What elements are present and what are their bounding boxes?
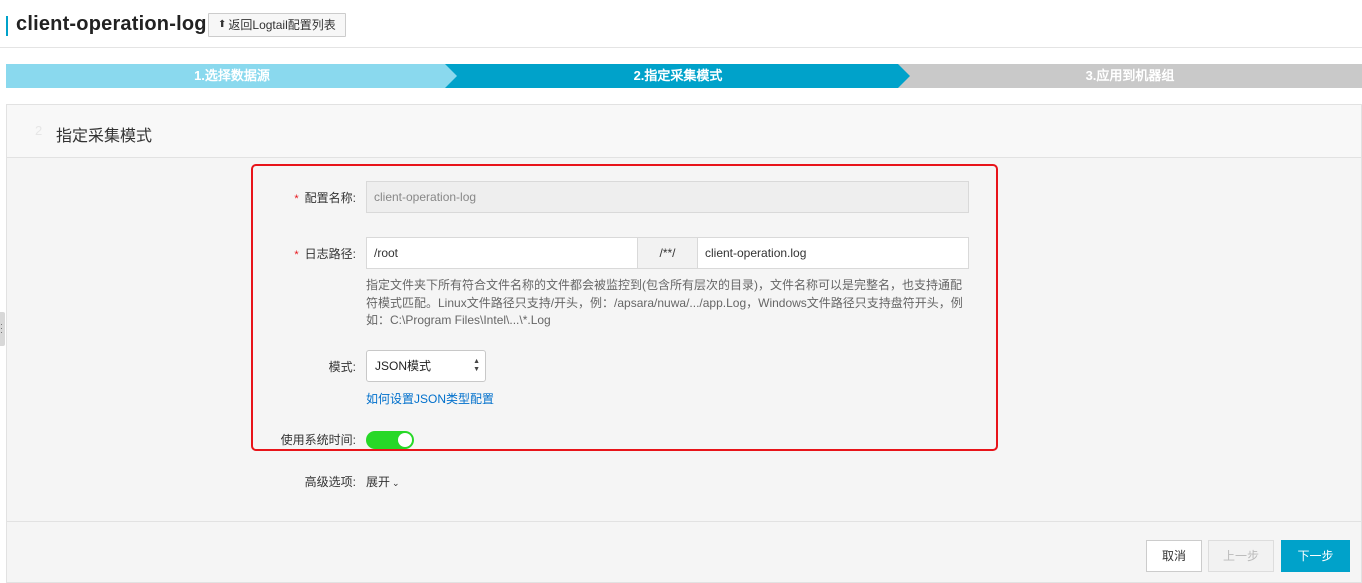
step-apply-machine-group: 3.应用到机器组: [898, 64, 1362, 88]
log-dir-input[interactable]: /root: [366, 237, 638, 269]
log-path-help-text: 指定文件夹下所有符合文件名称的文件都会被监控到(包含所有层次的目录)，文件名称可…: [366, 278, 963, 327]
page-title: client-operation-log: [16, 13, 207, 35]
system-time-toggle[interactable]: [366, 431, 414, 449]
page-header: client-operation-log ⬆ 返回Logtail配置列表: [0, 0, 1362, 48]
mode-label: 模式:: [328, 360, 356, 374]
sidebar-collapse-handle[interactable]: · · ·: [0, 312, 5, 346]
back-to-list-button[interactable]: ⬆ 返回Logtail配置列表: [208, 13, 346, 37]
config-name-input: client-operation-log: [366, 181, 969, 213]
log-file-input[interactable]: client-operation.log: [697, 237, 969, 269]
panel-header: 2 指定采集模式: [7, 105, 1361, 158]
previous-step-button[interactable]: 上一步: [1208, 540, 1274, 572]
json-config-help-link[interactable]: 如何设置JSON类型配置: [366, 390, 494, 407]
required-marker: *: [294, 249, 299, 261]
advanced-expand-label: 展开: [366, 475, 391, 489]
panel-title: 指定采集模式: [56, 128, 153, 145]
advanced-options-label: 高级选项:: [304, 475, 356, 489]
required-marker: *: [294, 193, 299, 205]
back-to-list-label: 返回Logtail配置列表: [228, 18, 336, 32]
config-name-label: * 配置名称:: [294, 191, 356, 205]
select-arrows-icon: ▲ ▼: [473, 358, 480, 373]
mode-selected-value: JSON模式: [375, 359, 432, 373]
log-path-label: * 日志路径:: [294, 247, 356, 261]
step-select-datasource: 1.选择数据源: [6, 64, 458, 88]
advanced-expand-toggle[interactable]: 展开 ⌄: [366, 473, 400, 490]
arrow-up-icon: ⬆: [218, 19, 227, 30]
next-step-button[interactable]: 下一步: [1281, 540, 1350, 572]
toggle-knob: [398, 433, 412, 447]
drag-handle-icon: · · ·: [0, 319, 3, 337]
step-collection-mode: 2.指定采集模式: [445, 64, 911, 88]
path-wildcard-addon: /**/: [637, 237, 698, 269]
chevron-down-icon: ⌄: [392, 478, 400, 488]
mode-select[interactable]: JSON模式 ▲ ▼: [366, 350, 486, 382]
system-time-label: 使用系统时间:: [280, 433, 356, 447]
panel-step-number: 2: [35, 123, 43, 138]
cancel-button[interactable]: 取消: [1146, 540, 1202, 572]
wizard-steps: 1.选择数据源 2.指定采集模式 3.应用到机器组: [6, 64, 1362, 88]
title-accent-bar: [6, 16, 8, 36]
footer-divider: [6, 521, 1362, 522]
